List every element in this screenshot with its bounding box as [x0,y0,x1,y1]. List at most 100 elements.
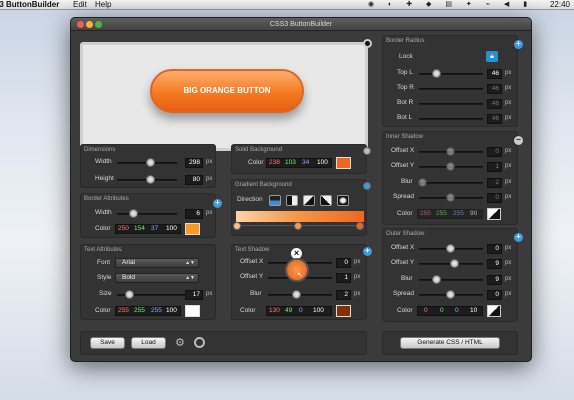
bottom-left-field[interactable]: 46 [487,114,502,124]
remove-inner-shadow-icon[interactable]: − [514,136,523,145]
menu-edit[interactable]: Edit [73,0,87,10]
green-value[interactable]: 154 [134,225,145,233]
offset-y-field[interactable]: 1 [487,162,502,172]
blur-knob[interactable] [432,275,441,284]
gradient-stop-start[interactable] [233,222,241,230]
outer-shadow-color-rgba[interactable]: 0 0 0 10 [417,306,483,316]
spread-field[interactable]: 0 [487,193,502,203]
blur-slider[interactable] [419,279,483,281]
text-color-rgba[interactable]: 255 255 255 100 [115,306,181,316]
offset-y-knob[interactable] [450,259,459,268]
style-select[interactable]: Bold ▲▼ [115,273,199,283]
size-slider-knob[interactable] [125,290,134,299]
border-color-rgba[interactable]: 250 154 37 100 [115,224,181,234]
lock-icon[interactable]: 🔒︎ [486,51,498,62]
blue-value[interactable]: 0 [455,307,459,315]
blur-field[interactable]: 2 [487,178,502,188]
preview-toggle-icon[interactable] [363,39,372,48]
red-value[interactable]: 255 [420,210,431,218]
red-value[interactable]: 0 [424,307,428,315]
offset-y-field[interactable]: 9 [487,259,502,269]
gradient-stop-end[interactable] [356,222,364,230]
add-text-shadow-icon[interactable]: + [363,247,372,256]
alpha-value[interactable]: 90 [470,210,477,218]
direction-diagonal-up-icon[interactable] [320,195,332,206]
offset-x-knob[interactable] [446,244,455,253]
direction-vertical-icon[interactable] [269,195,281,206]
blue-value[interactable]: 255 [453,210,464,218]
gradient-bg-radio[interactable] [363,182,371,190]
offset-x-knob[interactable] [446,147,455,156]
generate-css-html-button[interactable]: Generate CSS / HTML [400,337,500,349]
width-slider-knob[interactable] [146,158,155,167]
green-value[interactable]: 0 [440,307,444,315]
menu-help[interactable]: Help [95,0,111,10]
power-icon[interactable] [194,337,205,348]
green-value[interactable]: 103 [285,159,296,167]
spread-field[interactable]: 0 [487,290,502,300]
menu-app-name[interactable]: S3 ButtonBuilder [0,0,59,10]
alpha-value[interactable]: 100 [166,225,177,233]
blue-value[interactable]: 34 [302,159,309,167]
add-border-radius-icon[interactable]: + [514,40,523,49]
text-shadow-color-rgba[interactable]: 130 49 0 100 [266,306,332,316]
blur-slider[interactable] [419,182,483,184]
alpha-value[interactable]: 100 [166,307,177,315]
red-value[interactable]: 238 [269,159,280,167]
font-select[interactable]: Arial ▲▼ [115,258,199,268]
red-value[interactable]: 255 [118,307,129,315]
red-value[interactable]: 250 [118,225,129,233]
border-width-slider[interactable] [117,213,177,215]
solid-color-swatch[interactable] [336,157,351,169]
green-value[interactable]: 49 [285,307,292,315]
top-left-knob[interactable] [432,69,441,78]
size-field[interactable]: 17 [185,290,203,300]
solid-bg-radio[interactable] [363,147,371,155]
spread-knob[interactable] [446,290,455,299]
inner-shadow-color-rgba[interactable]: 255 255 255 90 [417,209,483,219]
height-slider-knob[interactable] [146,175,155,184]
gradient-bar[interactable] [236,211,364,222]
blue-value[interactable]: 0 [299,307,303,315]
gear-icon[interactable]: ⚙ [175,336,185,349]
blue-value[interactable]: 37 [151,225,158,233]
alpha-value[interactable]: 100 [317,159,328,167]
alpha-value[interactable]: 10 [470,307,477,315]
preview-button[interactable]: BIG ORANGE BUTTON [150,69,304,113]
top-right-field[interactable]: 46 [487,84,502,94]
blur-slider-knob[interactable] [292,290,301,299]
add-border-icon[interactable]: + [213,199,222,208]
offset-x-field[interactable]: 0 [487,147,502,157]
offset-x-field[interactable]: 0 [487,244,502,254]
width-field[interactable]: 298 [185,158,203,168]
load-button[interactable]: Load [131,337,166,349]
outer-shadow-color-swatch[interactable] [487,305,501,317]
blur-knob[interactable] [418,178,427,187]
solid-color-rgba[interactable]: 238 103 34 100 [266,158,332,168]
add-outer-shadow-icon[interactable]: + [514,233,523,242]
alpha-value[interactable]: 100 [313,307,324,315]
direction-diagonal-down-icon[interactable] [303,195,315,206]
offset-y-field[interactable]: 1 [336,273,351,283]
direction-horizontal-icon[interactable] [286,195,298,206]
bottom-right-field[interactable]: 46 [487,99,502,109]
inner-shadow-color-swatch[interactable] [487,208,501,220]
offset-x-field[interactable]: 0 [336,258,351,268]
text-shadow-color-swatch[interactable] [336,305,351,317]
top-left-slider[interactable] [419,73,483,75]
height-field[interactable]: 80 [185,175,203,185]
bottom-left-slider[interactable] [419,118,483,120]
top-left-field[interactable]: 46 [487,69,502,79]
top-right-slider[interactable] [419,88,483,90]
bottom-right-slider[interactable] [419,103,483,105]
save-button[interactable]: Save [90,337,125,349]
text-color-swatch[interactable] [185,305,200,317]
green-value[interactable]: 255 [436,210,447,218]
gradient-stop-mid[interactable] [294,222,302,230]
red-value[interactable]: 130 [269,307,280,315]
border-width-knob[interactable] [129,209,138,218]
direction-radial-icon[interactable] [337,195,349,206]
blur-field[interactable]: 9 [487,275,502,285]
offset-y-knob[interactable] [446,162,455,171]
green-value[interactable]: 255 [134,307,145,315]
